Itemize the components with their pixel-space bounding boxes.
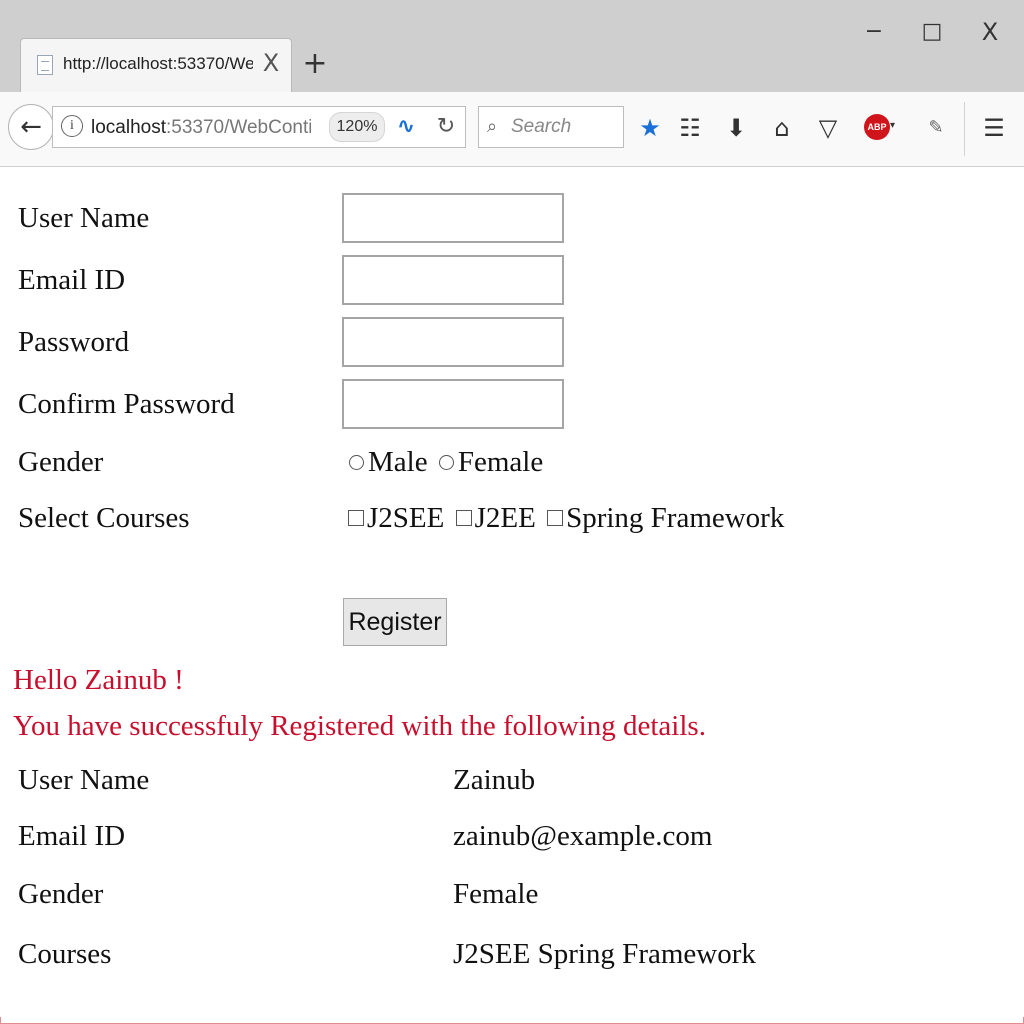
maximize-button[interactable]: □ — [912, 12, 952, 52]
page-content: User Name Email ID Password Confirm Pass… — [0, 167, 1024, 1017]
page-favicon-icon — [37, 55, 53, 75]
menu-icon[interactable]: ☰ — [976, 110, 1012, 146]
title-bar: http://localhost:53370/WebC X + − □ X — [0, 0, 1024, 93]
toolbar-divider — [964, 102, 965, 156]
password-label: Password — [18, 326, 130, 358]
result-username-label: User Name — [18, 764, 150, 796]
success-message: You have successfuly Registered with the… — [13, 710, 706, 742]
reader-view-icon[interactable]: ∿ — [391, 113, 421, 141]
download-icon[interactable]: ⬇ — [718, 110, 754, 146]
username-label: User Name — [18, 202, 150, 234]
bookmark-star-icon[interactable]: ★ — [632, 110, 668, 146]
adblock-dropdown-icon[interactable]: ▾ — [890, 116, 902, 136]
minimize-button[interactable]: − — [854, 12, 894, 52]
checkbox-j2see-label[interactable]: J2SEE — [367, 502, 444, 534]
result-email-label: Email ID — [18, 820, 126, 852]
result-courses-label: Courses — [18, 938, 112, 970]
result-gender-label: Gender — [18, 878, 104, 910]
course-options: J2SEE J2EE Spring Framework — [344, 501, 784, 535]
reading-list-icon[interactable]: ☷ — [672, 110, 708, 146]
password-input[interactable] — [342, 317, 564, 367]
back-button[interactable]: ← — [8, 104, 54, 150]
tab-title: http://localhost:53370/WebC — [63, 54, 253, 73]
url-host: localhost — [91, 117, 166, 138]
address-bar[interactable]: i localhost:53370/WebConti 120% ∿ ↻ — [52, 106, 466, 148]
checkbox-spring[interactable] — [547, 510, 564, 526]
search-input[interactable] — [511, 111, 619, 143]
extension-icon[interactable]: ✎ — [918, 110, 954, 146]
courses-label: Select Courses — [18, 502, 190, 534]
radio-male[interactable] — [349, 455, 364, 470]
search-bar[interactable]: ⌕ — [478, 106, 624, 148]
site-info-icon[interactable]: i — [61, 115, 83, 137]
radio-female-label[interactable]: Female — [458, 446, 543, 478]
result-username-value: Zainub — [453, 764, 536, 796]
radio-male-label[interactable]: Male — [368, 446, 428, 478]
gender-options: Male Female — [345, 445, 543, 479]
checkbox-j2see[interactable] — [348, 510, 364, 526]
username-input[interactable] — [342, 193, 564, 243]
home-icon[interactable]: ⌂ — [764, 110, 800, 146]
result-gender-value: Female — [453, 878, 539, 910]
nav-toolbar: ← i localhost:53370/WebConti 120% ∿ ↻ ⌕ … — [0, 92, 1024, 167]
greeting-message: Hello Zainub ! — [13, 664, 184, 696]
browser-tab[interactable]: http://localhost:53370/WebC X — [20, 38, 292, 93]
tab-close-icon[interactable]: X — [259, 49, 283, 77]
confirm-password-input[interactable] — [342, 379, 564, 429]
new-tab-button[interactable]: + — [300, 44, 330, 84]
url-path: :53370/WebConti — [166, 117, 311, 138]
search-icon: ⌕ — [487, 116, 498, 137]
confirm-password-label: Confirm Password — [18, 388, 235, 420]
checkbox-j2ee[interactable] — [455, 510, 472, 526]
close-window-button[interactable]: X — [970, 12, 1010, 52]
url-text[interactable]: localhost:53370/WebConti — [91, 115, 311, 141]
checkbox-spring-label[interactable]: Spring Framework — [566, 502, 784, 534]
email-label: Email ID — [18, 264, 126, 296]
reload-icon[interactable]: ↻ — [431, 113, 461, 141]
gender-label: Gender — [18, 446, 104, 478]
pocket-icon[interactable]: ▽ — [810, 110, 846, 146]
email-input[interactable] — [342, 255, 564, 305]
result-email-value: zainub@example.com — [453, 820, 713, 852]
radio-female[interactable] — [438, 455, 454, 470]
zoom-level-badge[interactable]: 120% — [329, 112, 385, 142]
adblock-icon[interactable]: ABP — [864, 114, 890, 140]
checkbox-j2ee-label[interactable]: J2EE — [475, 502, 536, 534]
result-courses-value: J2SEE Spring Framework — [453, 938, 756, 970]
register-button[interactable]: Register — [343, 598, 447, 646]
